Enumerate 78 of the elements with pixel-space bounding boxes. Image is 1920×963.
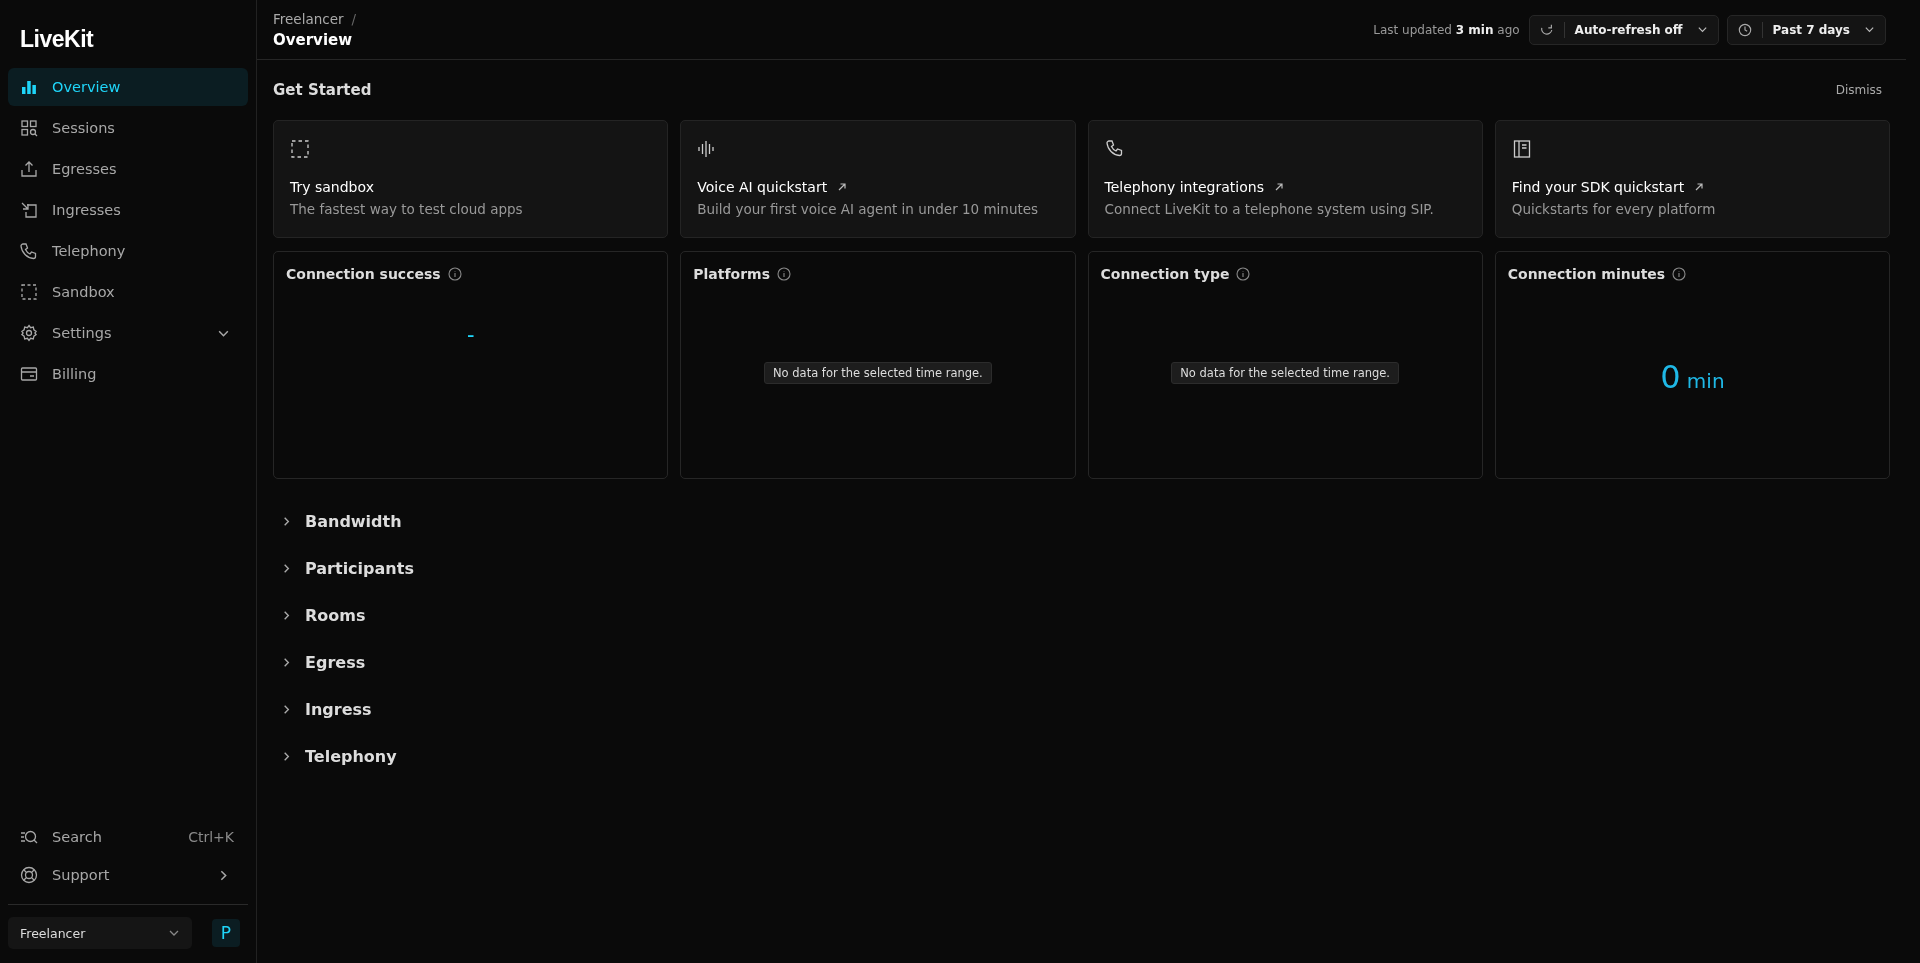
book-icon — [1511, 139, 1532, 159]
external-link-icon — [1273, 182, 1284, 192]
chevron-right-icon — [281, 751, 292, 762]
card-description: Build your first voice AI agent in under 10 minutes — [697, 201, 1040, 217]
phone-icon — [20, 242, 38, 260]
metric-value: 0 min — [1660, 358, 1725, 396]
card-title: Telephony integrations — [1104, 179, 1264, 195]
info-icon[interactable] — [447, 267, 462, 281]
chevron-down-icon — [1864, 24, 1875, 35]
dashed-square-icon — [290, 139, 310, 159]
empty-value: – — [467, 327, 475, 343]
no-data-message: No data for the selected time range. — [1171, 362, 1399, 384]
upload-icon — [20, 160, 38, 178]
card-description: Connect LiveKit to a telephone system using SIP. — [1104, 201, 1435, 217]
auto-refresh-dropdown[interactable]: Auto-refresh off — [1528, 14, 1719, 45]
sidebar-item[interactable]: Telephony — [8, 232, 248, 270]
collapsible-section[interactable]: Participants — [273, 545, 1890, 592]
collapsible-section[interactable]: Bandwidth — [273, 498, 1890, 545]
phone-icon — [1104, 139, 1125, 159]
clock-icon — [1737, 22, 1752, 37]
gear-icon — [20, 324, 38, 342]
card-title: Try sandbox — [290, 179, 374, 195]
import-icon — [20, 201, 38, 219]
lifebuoy-icon — [20, 866, 38, 884]
collapsible-section[interactable]: Ingress — [273, 686, 1890, 733]
sidebar-item[interactable]: Sandbox — [8, 273, 248, 311]
sidebar-item[interactable]: Sessions — [8, 109, 248, 147]
logo: LiveKit — [19, 25, 95, 54]
bar-chart-icon — [20, 78, 38, 96]
shortcut-label: Ctrl+K — [188, 829, 234, 845]
quickstart-card[interactable]: Find your SDK quickstart Quickstarts for every platform — [1494, 120, 1890, 238]
card-title: Voice AI quickstart — [697, 179, 828, 195]
collapsible-section[interactable]: Telephony — [273, 733, 1890, 780]
chevron-down-icon — [1696, 24, 1708, 35]
chevron-right-icon — [281, 704, 292, 715]
quickstart-card[interactable]: Try sandbox The fastest way to test cloud apps — [273, 120, 669, 238]
external-link-icon — [837, 182, 848, 192]
workspace-dropdown[interactable]: Freelancer — [8, 917, 192, 949]
quickstart-card[interactable]: Voice AI quickstart Build your first voice AI agent in under 10 minutes — [680, 120, 1076, 238]
metric-title: Connection minutes — [1507, 266, 1666, 282]
info-icon[interactable] — [777, 267, 791, 281]
time-range-dropdown[interactable]: Past 7 days — [1726, 14, 1886, 45]
chevron-right-icon — [281, 563, 292, 574]
page-title: Overview — [273, 30, 354, 49]
user-avatar[interactable]: P — [212, 919, 240, 947]
card-description: Quickstarts for every platform — [1511, 201, 1717, 217]
search-icon — [20, 828, 38, 846]
breadcrumb-separator: / — [351, 10, 357, 27]
metric-title: Connection success — [286, 266, 441, 282]
quickstart-card[interactable]: Telephony integrations Connect LiveKit to a telephone system using SIP. — [1087, 120, 1483, 238]
sidebar-item[interactable]: Ingresses — [8, 191, 248, 229]
support-item[interactable]: Support — [8, 856, 248, 894]
sidebar-item[interactable]: Egresses — [8, 150, 248, 188]
info-icon[interactable] — [1672, 267, 1687, 281]
dashed-square-icon — [20, 283, 38, 301]
chevron-right-icon — [281, 610, 292, 621]
metric-title: Platforms — [693, 266, 770, 282]
sidebar-item[interactable]: Billing — [8, 355, 248, 393]
breadcrumb-link[interactable]: Freelancer — [273, 10, 344, 27]
refresh-icon — [1539, 22, 1554, 37]
metric-title: Connection type — [1100, 266, 1230, 282]
no-data-message: No data for the selected time range. — [764, 362, 992, 384]
search-item[interactable]: Search Ctrl+K — [8, 818, 248, 856]
external-link-icon — [1694, 182, 1705, 192]
collapsible-section[interactable]: Egress — [273, 639, 1890, 686]
card-icon — [20, 365, 38, 383]
sidebar-item[interactable]: Settings — [8, 314, 248, 352]
dismiss-link[interactable]: Dismiss — [1835, 83, 1882, 97]
sidebar-item[interactable]: Overview — [8, 68, 248, 106]
card-description: The fastest way to test cloud apps — [290, 201, 524, 217]
card-title: Find your SDK quickstart — [1511, 179, 1685, 195]
grid-search-icon — [20, 119, 38, 137]
info-icon[interactable] — [1236, 267, 1251, 281]
chevron-right-icon — [281, 657, 292, 668]
last-updated-text: Last updated 3 min ago — [1373, 22, 1520, 37]
collapsible-section[interactable]: Rooms — [273, 592, 1890, 639]
chevron-right-icon — [281, 516, 292, 527]
section-title: Get Started — [273, 81, 372, 99]
